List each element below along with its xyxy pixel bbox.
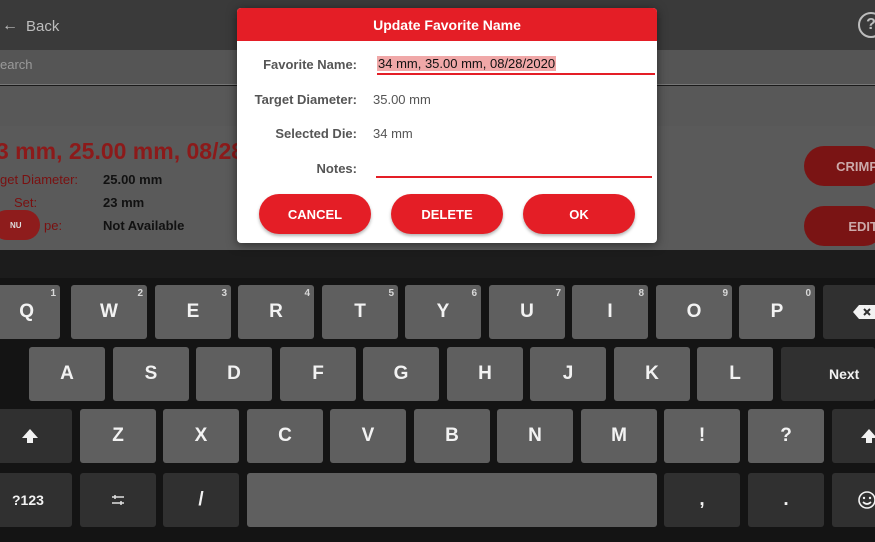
comma-key[interactable]: , bbox=[664, 473, 740, 527]
key-j[interactable]: J bbox=[530, 347, 606, 401]
key-r[interactable]: R4 bbox=[238, 285, 314, 339]
selected-die-value: 34 mm bbox=[373, 126, 413, 141]
key-i[interactable]: I8 bbox=[572, 285, 648, 339]
period-key[interactable]: . bbox=[748, 473, 824, 527]
slash-key[interactable]: / bbox=[163, 473, 239, 527]
key-k[interactable]: K bbox=[614, 347, 690, 401]
edit-button[interactable]: EDIT bbox=[804, 206, 875, 246]
detail-label: get Diameter: bbox=[0, 172, 79, 187]
next-key[interactable]: Next bbox=[781, 347, 875, 401]
keyboard-settings-key[interactable] bbox=[80, 473, 156, 527]
target-diameter-label: Target Diameter: bbox=[254, 92, 357, 107]
notes-underline bbox=[376, 176, 652, 178]
emoji-key[interactable] bbox=[832, 473, 875, 527]
key-u[interactable]: U7 bbox=[489, 285, 565, 339]
crimp-button[interactable]: CRIMP bbox=[804, 146, 875, 186]
key-exclamation[interactable]: ! bbox=[664, 409, 740, 463]
detail-label: Set: bbox=[14, 195, 38, 210]
favorite-title: 3 mm, 25.00 mm, 08/28 bbox=[0, 138, 245, 164]
emoji-icon bbox=[858, 491, 875, 509]
search-placeholder: earch bbox=[0, 57, 33, 72]
shift-icon bbox=[861, 429, 875, 443]
back-label: Back bbox=[26, 17, 60, 35]
shift-key-left[interactable] bbox=[0, 409, 72, 463]
dialog-title: Update Favorite Name bbox=[237, 8, 657, 41]
key-e[interactable]: E3 bbox=[155, 285, 231, 339]
menu-button[interactable]: NU bbox=[0, 210, 40, 240]
favorite-name-input[interactable]: 34 mm, 35.00 mm, 08/28/2020 bbox=[377, 53, 655, 75]
key-z[interactable]: Z bbox=[80, 409, 156, 463]
back-button[interactable]: ← Back bbox=[2, 14, 59, 38]
detail-label: pe: bbox=[44, 218, 63, 233]
suggestion-strip bbox=[0, 250, 875, 278]
target-diameter-value: 35.00 mm bbox=[373, 92, 431, 107]
notes-input[interactable] bbox=[376, 156, 652, 176]
detail-value: 23 mm bbox=[103, 195, 145, 210]
key-f[interactable]: F bbox=[280, 347, 356, 401]
detail-value: 25.00 mm bbox=[103, 172, 163, 187]
key-t[interactable]: T5 bbox=[322, 285, 398, 339]
key-y[interactable]: Y6 bbox=[405, 285, 481, 339]
key-c[interactable]: C bbox=[247, 409, 323, 463]
symbols-key[interactable]: ?123 bbox=[0, 473, 72, 527]
key-question[interactable]: ? bbox=[748, 409, 824, 463]
key-d[interactable]: D bbox=[196, 347, 272, 401]
settings-icon bbox=[112, 495, 124, 505]
key-w[interactable]: W2 bbox=[71, 285, 147, 339]
key-l[interactable]: L bbox=[697, 347, 773, 401]
favorite-name-label: Favorite Name: bbox=[263, 57, 357, 72]
back-arrow-icon: ← bbox=[2, 17, 18, 34]
key-o[interactable]: O9 bbox=[656, 285, 732, 339]
key-b[interactable]: B bbox=[414, 409, 490, 463]
key-s[interactable]: S bbox=[113, 347, 189, 401]
key-x[interactable]: X bbox=[163, 409, 239, 463]
key-a[interactable]: A bbox=[29, 347, 105, 401]
favorite-name-value: 34 mm, 35.00 mm, 08/28/2020 bbox=[377, 56, 557, 71]
key-h[interactable]: H bbox=[447, 347, 523, 401]
selected-die-label: Selected Die: bbox=[275, 126, 357, 141]
key-v[interactable]: V bbox=[330, 409, 406, 463]
backspace-key[interactable] bbox=[823, 285, 875, 339]
key-m[interactable]: M bbox=[581, 409, 657, 463]
notes-label: Notes: bbox=[316, 161, 357, 176]
space-key[interactable] bbox=[247, 473, 657, 527]
backspace-icon bbox=[853, 305, 875, 319]
key-p[interactable]: P0 bbox=[739, 285, 815, 339]
delete-button[interactable]: DELETE bbox=[391, 194, 503, 234]
update-favorite-dialog: Update Favorite Name Favorite Name: 34 m… bbox=[237, 8, 657, 243]
detail-value: Not Available bbox=[103, 218, 185, 233]
key-q[interactable]: Q1 bbox=[0, 285, 60, 339]
shift-icon bbox=[22, 429, 38, 443]
key-n[interactable]: N bbox=[497, 409, 573, 463]
cancel-button[interactable]: CANCEL bbox=[259, 194, 371, 234]
ok-button[interactable]: OK bbox=[523, 194, 635, 234]
shift-key-right[interactable] bbox=[832, 409, 875, 463]
key-g[interactable]: G bbox=[363, 347, 439, 401]
